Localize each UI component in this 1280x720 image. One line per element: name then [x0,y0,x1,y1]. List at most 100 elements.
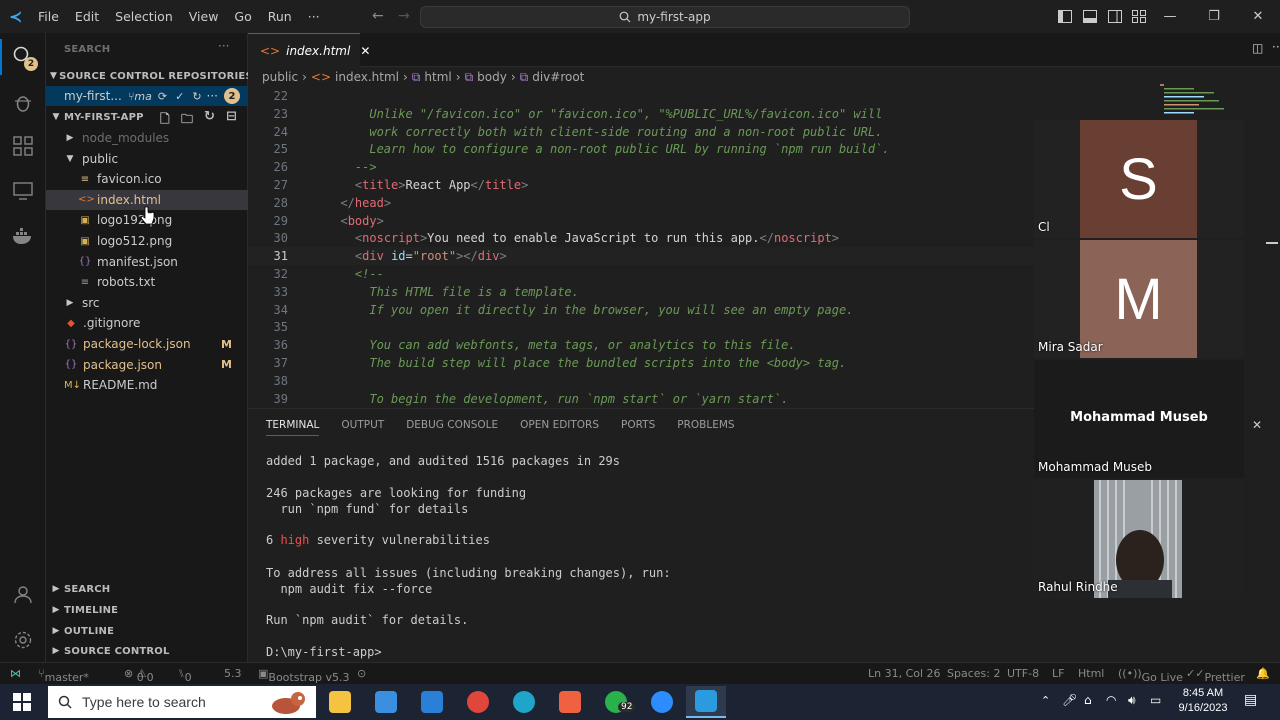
store-app-icon[interactable] [366,686,406,718]
cursor-position[interactable]: Ln 31, Col 26 [868,667,941,680]
chrome-app-icon[interactable] [458,686,498,718]
code-line[interactable]: 32 <!-- [248,265,1034,283]
code-line[interactable]: 38 [248,372,1034,390]
explorer-header[interactable]: ▼ MY-FIRST-APP 🗋 🗀 ↻ ⊟ [46,107,248,127]
indentation[interactable]: Spaces: 2 [947,667,1000,680]
commit-check-icon[interactable]: ✓ [175,90,184,103]
tree-item[interactable]: ◆ .gitignore [46,313,248,333]
menu-go[interactable]: Go [226,9,259,24]
code-line[interactable]: 25 Learn how to configure a non-root pub… [248,140,1034,158]
menu-view[interactable]: View [181,9,227,24]
tab-debug-console[interactable]: DEBUG CONSOLE [406,419,498,436]
tab-index-html[interactable]: <> index.html ✕ [248,33,370,67]
vscode-app-icon[interactable] [686,686,726,718]
code-line[interactable]: 26 --> [248,158,1034,176]
battery-icon[interactable]: ▭ [1150,693,1161,707]
code-line[interactable]: 29 <body> [248,212,1034,230]
code-line[interactable]: 35 [248,318,1034,336]
code-line[interactable]: 23 Unlike "/favicon.ico" or "favicon.ico… [248,105,1034,123]
code-line[interactable]: 33 This HTML file is a template. [248,283,1034,301]
account-icon[interactable] [10,581,36,607]
tab-ports[interactable]: PORTS [621,419,655,436]
problems-status[interactable]: ⊗ 0 ⚠ 0 [124,667,154,684]
remote-explorer-icon[interactable] [10,178,36,204]
language-mode[interactable]: Html [1078,667,1104,680]
menu-selection[interactable]: Selection [107,9,181,24]
sidebar-more-icon[interactable]: ··· [218,39,229,53]
prettier[interactable]: ✓✓ Prettier [1186,667,1245,684]
remote-icon[interactable]: ⋈ [10,667,21,680]
minimap[interactable] [1160,84,1260,124]
menu-more[interactable]: ··· [300,9,328,24]
tree-item[interactable]: ≡ favicon.ico [46,169,248,189]
code-line[interactable]: 27 <title>React App</title> [248,176,1034,194]
code-line[interactable]: 34 If you open it directly in the browse… [248,301,1034,319]
customize-layout-icon[interactable] [1132,10,1146,23]
refresh-explorer-icon[interactable]: ↻ [204,109,215,124]
volume-icon[interactable]: 🔊︎ [1128,693,1136,708]
refresh-icon[interactable]: ↻ [192,90,201,103]
extensions-icon[interactable] [10,133,36,159]
code-line[interactable]: 30 <noscript>You need to enable JavaScri… [248,229,1034,247]
windows-start-icon[interactable] [13,693,31,711]
code-line[interactable]: 28 </head> [248,194,1034,212]
tree-item[interactable]: {} manifest.json [46,252,248,272]
close-window-button[interactable]: ✕ [1236,0,1280,33]
back-arrow-icon[interactable]: ← [372,8,384,24]
toggle-secondary-sidebar-icon[interactable] [1108,10,1122,23]
tree-item[interactable]: ▼ public [46,149,248,169]
tree-item[interactable]: ▶ src [46,293,248,313]
minimize-button[interactable]: — [1148,0,1192,33]
branch-status[interactable]: ⑂ master* [38,667,89,684]
tree-item[interactable]: ▣ logo512.png [46,231,248,251]
toggle-panel-icon[interactable] [1083,10,1097,23]
code-line[interactable]: 37 The build step will place the bundled… [248,354,1034,372]
tree-item[interactable]: {} package-lock.json M [46,334,248,354]
taskbar-search-box[interactable]: Type here to search [48,686,316,718]
sync-icon[interactable]: ⟳ [158,90,167,103]
code-line[interactable]: 39 To begin the development, run `npm st… [248,390,1034,408]
eol[interactable]: LF [1052,667,1064,680]
forward-arrow-icon[interactable]: → [398,8,410,24]
code-line[interactable]: 22 [248,87,1034,105]
tab-output[interactable]: OUTPUT [341,419,384,436]
notifications-icon[interactable]: 🔔 [1256,667,1270,680]
outline-section-header[interactable]: ▶ OUTLINE [46,621,248,641]
repo-more-icon[interactable]: ··· [207,89,218,103]
go-live[interactable]: ((•)) Go Live [1118,667,1183,684]
broadcast-icon[interactable]: ⊙ [357,667,366,680]
breadcrumb-file[interactable]: index.html [335,70,399,84]
breadcrumb-public[interactable]: public [262,70,298,84]
tab-problems[interactable]: PROBLEMS [677,419,734,436]
breadcrumb-body[interactable]: body [477,70,507,84]
tree-item[interactable]: {} package.json M [46,355,248,375]
bootstrap-status[interactable]: ▣ Bootstrap v5.3 [258,667,350,684]
edge-app-icon[interactable] [504,686,544,718]
manage-gear-icon[interactable] [10,627,36,653]
command-center-search[interactable]: my-first-app [420,6,910,28]
whatsapp-app-icon[interactable]: 92 [596,686,636,718]
ports-status[interactable]: ⑊ 0 [178,667,192,684]
close-panel-icon[interactable]: ✕ [1252,418,1262,432]
collapse-all-icon[interactable]: ⊟ [226,109,237,124]
run-debug-icon[interactable] [10,89,36,115]
menu-run[interactable]: Run [260,9,300,24]
editor-more-icon[interactable]: ··· [1272,40,1280,54]
restore-button[interactable]: ❐ [1192,0,1236,33]
tree-item[interactable]: ≡ robots.txt [46,272,248,292]
menu-edit[interactable]: Edit [67,9,107,24]
code-line[interactable]: 24 work correctly both with client-side … [248,123,1034,141]
code-line[interactable]: 31 <div id="root"></div> [248,247,1034,266]
file-explorer-app-icon[interactable] [320,686,360,718]
tray-expand-icon[interactable]: ⌃ [1041,694,1050,707]
tree-item[interactable]: ▶ node_modules [46,128,248,148]
wifi-icon[interactable]: ◠ [1106,693,1116,707]
tab-terminal[interactable]: TERMINAL [266,419,320,436]
repo-row[interactable]: my-first... ⑂ ma ⟳ ✓ ↻ ··· 2 [46,86,248,106]
mail-app-icon[interactable] [412,686,452,718]
breadcrumb-html[interactable]: html [424,70,451,84]
version-status[interactable]: 5.3 [224,667,242,680]
source-control-section-header[interactable]: ▶ SOURCE CONTROL [46,641,248,661]
menu-file[interactable]: File [30,9,67,24]
clock[interactable]: 8:45 AM 9/16/2023 [1172,686,1234,716]
